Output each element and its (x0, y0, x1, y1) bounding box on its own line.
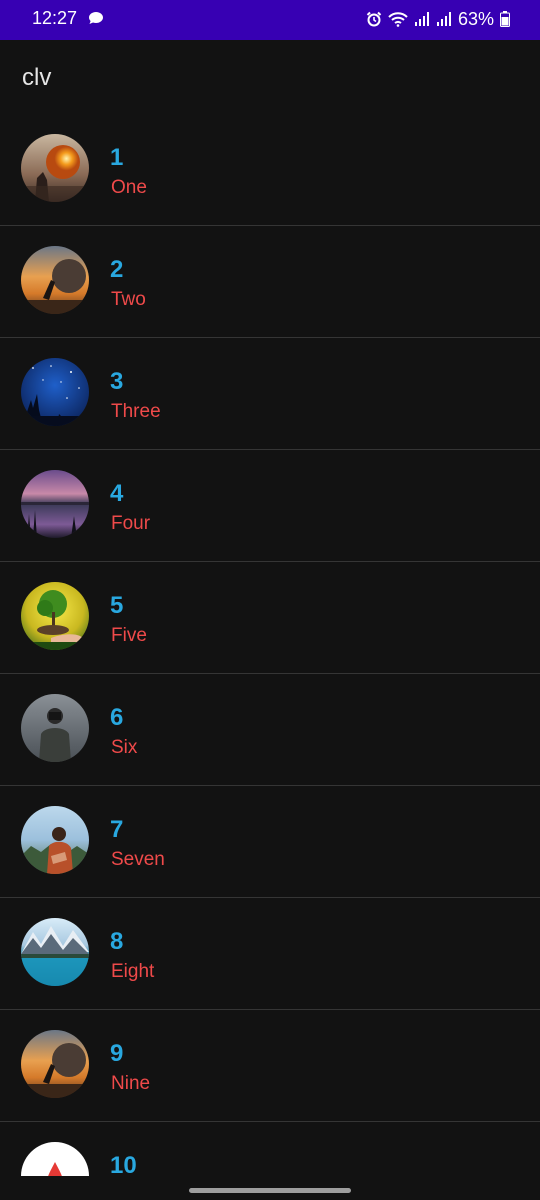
avatar (21, 806, 89, 874)
avatar (21, 918, 89, 986)
item-label: Four (111, 513, 151, 534)
status-time: 12:27 (32, 8, 78, 28)
item-label: Eight (111, 961, 155, 982)
battery-percent: 63% (457, 8, 494, 29)
item-list[interactable]: 1 One 2 Two 3 Three 4 Four 5 Five 6 Six … (0, 114, 540, 1200)
list-item[interactable]: 2 Two (0, 226, 540, 338)
message-icon (88, 11, 104, 25)
item-label: One (111, 177, 147, 198)
item-label: Six (111, 737, 138, 758)
signal-icon (414, 11, 430, 27)
item-number: 3 (110, 368, 124, 395)
status-icons: 63% (366, 8, 510, 30)
item-number: 1 (110, 144, 124, 171)
item-number: 2 (110, 256, 124, 283)
avatar (21, 1030, 89, 1098)
app-title: clv (22, 64, 52, 91)
avatar (21, 470, 89, 538)
home-gesture-handle[interactable] (189, 1188, 351, 1193)
signal-icon (436, 11, 452, 27)
item-number: 6 (110, 704, 124, 731)
item-label: Five (111, 625, 147, 646)
status-bar: 12:27 63% (0, 0, 540, 40)
wifi-icon (388, 11, 408, 27)
item-number: 4 (110, 480, 124, 507)
navigation-bar (0, 1176, 540, 1200)
item-label: Two (111, 289, 146, 310)
item-label: Nine (111, 1073, 151, 1094)
list-item[interactable]: 4 Four (0, 450, 540, 562)
item-label: Three (111, 401, 161, 422)
list-item[interactable]: 3 Three (0, 338, 540, 450)
alarm-icon (366, 11, 382, 27)
avatar (21, 582, 89, 650)
avatar (21, 694, 89, 762)
app-bar: clv (0, 40, 540, 116)
list-item[interactable]: 9 Nine (0, 1010, 540, 1122)
avatar (21, 134, 89, 202)
item-number: 9 (110, 1040, 124, 1067)
item-number: 5 (110, 592, 124, 619)
item-number: 7 (110, 816, 124, 843)
battery-icon (500, 11, 510, 27)
list-item[interactable]: 7 Seven (0, 786, 540, 898)
list-item[interactable]: 1 One (0, 114, 540, 226)
list-item[interactable]: 5 Five (0, 562, 540, 674)
item-label: Seven (111, 849, 165, 870)
list-item[interactable]: 8 Eight (0, 898, 540, 1010)
list-item[interactable]: 6 Six (0, 674, 540, 786)
item-number: 8 (110, 928, 124, 955)
avatar (21, 246, 89, 314)
avatar (21, 358, 89, 426)
